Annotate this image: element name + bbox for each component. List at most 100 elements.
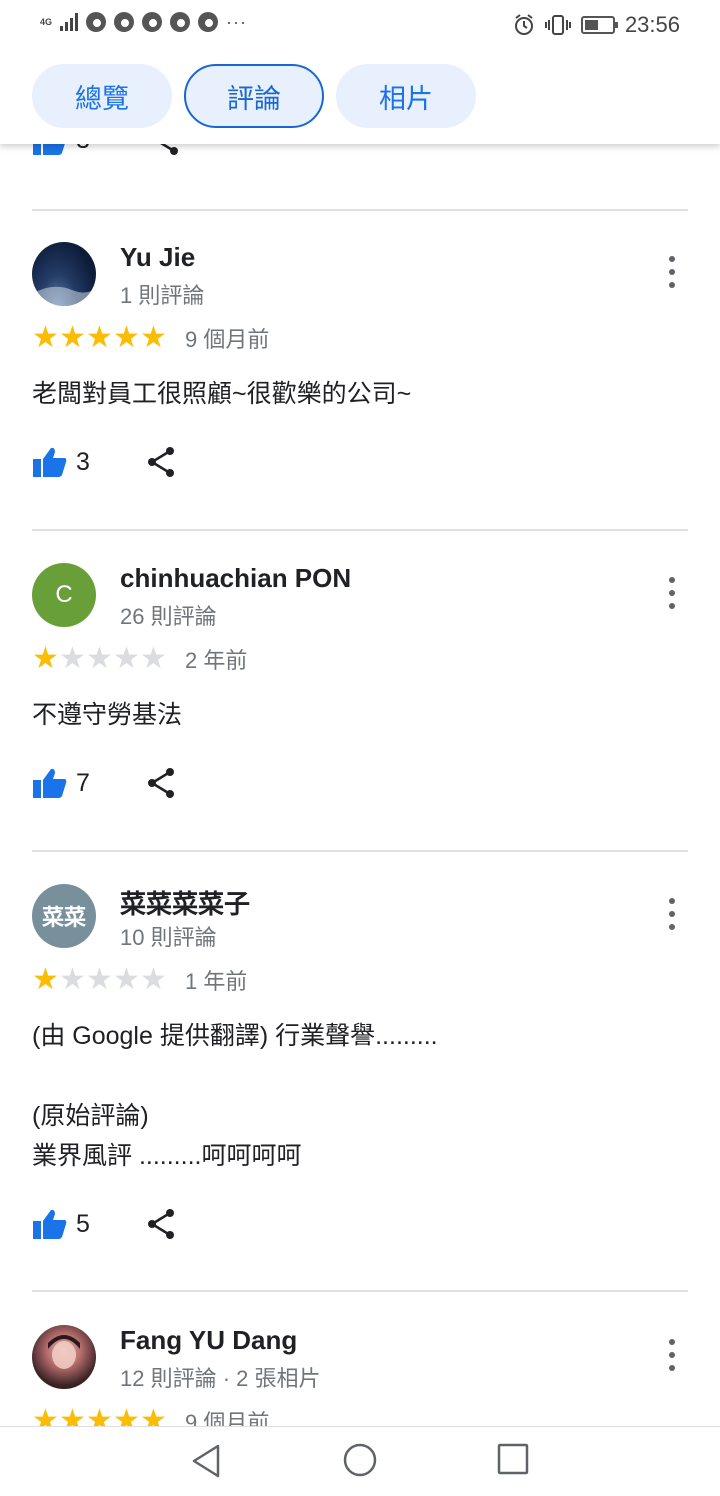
share-icon[interactable] <box>150 144 180 156</box>
avatar[interactable]: 菜菜 <box>32 884 96 948</box>
star-filled-icon: ★ <box>86 1404 113 1427</box>
review-text: 不遵守勞基法 <box>32 695 182 735</box>
review-text-line: 業界風評 .........呵呵呵呵 <box>32 1142 302 1170</box>
review-card: Yu Jie 1 則評論 ★★★★★ 9 個月前 老闆對員工很照顧~很歡樂的公司… <box>0 242 720 522</box>
star-filled-icon: ★ <box>59 1404 86 1427</box>
star-rating: ★★★★★ <box>32 1404 167 1427</box>
avatar[interactable] <box>32 242 96 306</box>
star-filled-icon: ★ <box>140 321 167 354</box>
review-time: 9 個月前 <box>185 327 270 352</box>
recents-icon[interactable] <box>497 1443 529 1475</box>
review-text-line: 老闆對員工很照顧~很歡樂的公司~ <box>32 380 412 408</box>
review-card: C chinhuachian PON 26 則評論 ★★★★★ 2 年前 不遵守… <box>0 563 720 843</box>
star-empty-icon: ★ <box>113 963 140 996</box>
star-empty-icon: ★ <box>59 642 86 675</box>
reviewer-review-count: 10 則評論 <box>120 925 217 950</box>
avatar-letter: C <box>55 581 73 608</box>
tab-overview[interactable]: 總覽 <box>32 64 172 128</box>
rating-row: ★★★★★ 9 個月前 <box>32 1404 270 1427</box>
rating-row: ★★★★★ 1 年前 <box>32 964 247 996</box>
star-filled-icon: ★ <box>32 963 59 996</box>
review-time: 9 個月前 <box>185 1410 270 1426</box>
battery-level-fill <box>584 20 598 30</box>
more-options-icon[interactable] <box>662 1339 682 1371</box>
thumbs-up-icon <box>33 768 67 798</box>
alarm-icon <box>514 14 533 35</box>
more-options-icon[interactable] <box>662 577 682 609</box>
review-actions: 3 <box>32 446 176 478</box>
rating-row: ★★★★★ 2 年前 <box>32 643 247 675</box>
review-text-line: 不遵守勞基法 <box>32 701 183 729</box>
star-filled-icon: ★ <box>113 1404 140 1427</box>
chrome-notification-icon <box>86 12 107 32</box>
review-time: 2 年前 <box>185 648 248 673</box>
thumbs-up-icon <box>33 1209 67 1239</box>
clock: 23:56 <box>624 12 680 37</box>
divider <box>32 529 688 531</box>
thumbs-up-icon <box>33 144 65 155</box>
share-icon[interactable] <box>146 767 176 799</box>
more-notifications-icon: ··· <box>226 12 247 32</box>
star-filled-icon: ★ <box>113 321 140 354</box>
avatar[interactable]: C <box>32 563 96 627</box>
profile-photo <box>48 1335 80 1369</box>
review-text: 老闆對員工很照顧~很歡樂的公司~ <box>32 374 411 414</box>
reviewer-name[interactable]: Fang YU Dang <box>120 1325 297 1356</box>
star-filled-icon: ★ <box>32 321 59 354</box>
star-filled-icon: ★ <box>32 642 59 675</box>
tab-reviews[interactable]: 評論 <box>184 64 324 128</box>
star-rating: ★★★★★ <box>32 323 167 353</box>
avatar[interactable] <box>32 1325 96 1389</box>
star-empty-icon: ★ <box>86 963 113 996</box>
star-filled-icon: ★ <box>32 1404 59 1427</box>
home-icon[interactable] <box>343 1443 377 1477</box>
divider <box>32 1290 688 1292</box>
network-type: 4G <box>40 16 53 27</box>
like-count: 3 <box>76 447 90 476</box>
reviewer-review-count: 26 則評論 <box>120 604 217 629</box>
back-icon[interactable] <box>190 1443 222 1479</box>
star-empty-icon: ★ <box>86 642 113 675</box>
reviewer-name[interactable]: Yu Jie <box>120 242 195 273</box>
like-button[interactable]: 5 <box>32 1208 90 1240</box>
star-rating: ★★★★★ <box>32 644 167 674</box>
reviewer-name[interactable]: chinhuachian PON <box>120 563 351 594</box>
status-left: 4G ··· <box>40 12 247 32</box>
avatar-text: 菜菜 <box>41 905 86 930</box>
reviewer-review-count: 12 則評論 · 2 張相片 <box>120 1366 321 1391</box>
review-text-line <box>32 1056 438 1096</box>
more-options-icon[interactable] <box>662 256 682 288</box>
share-icon[interactable] <box>146 446 176 478</box>
review-text-line: (由 Google 提供翻譯) 行業聲譽......... <box>32 1022 438 1050</box>
review-actions: 5 <box>32 1208 176 1240</box>
star-empty-icon: ★ <box>59 963 86 996</box>
review-text-line: (原始評論) <box>32 1102 149 1130</box>
battery-icon <box>580 16 618 34</box>
status-right: 23:56 <box>513 12 680 38</box>
review-card: 菜菜 菜菜菜菜子 10 則評論 ★★★★★ 1 年前 (由 Google 提供翻… <box>0 884 720 1284</box>
reviews-list[interactable]: 3 Yu Jie 1 則評論 ★★★★★ 9 個月前 老闆對員工很照顧~很歡樂的… <box>0 144 720 1426</box>
status-bar: 4G ··· 23:56 <box>0 0 720 48</box>
like-button[interactable]: 7 <box>32 767 90 799</box>
star-filled-icon: ★ <box>86 321 113 354</box>
night-sky-image <box>32 286 96 306</box>
like-count: 7 <box>76 768 90 797</box>
signal-icon <box>60 13 79 31</box>
chrome-notification-icon <box>114 12 135 32</box>
like-button[interactable]: 3 <box>32 446 90 478</box>
partial-review-actions: 3 <box>32 144 180 156</box>
tab-photos[interactable]: 相片 <box>336 64 476 128</box>
more-options-icon[interactable] <box>662 898 682 930</box>
star-filled-icon: ★ <box>59 321 86 354</box>
rating-row: ★★★★★ 9 個月前 <box>32 322 269 354</box>
like-button[interactable]: 3 <box>32 144 90 156</box>
chrome-notification-icon <box>170 12 191 32</box>
reviewer-review-count: 1 則評論 <box>120 283 205 308</box>
review-tabs-header: 總覽 評論 相片 <box>0 48 720 144</box>
star-empty-icon: ★ <box>140 642 167 675</box>
chrome-notification-icon <box>198 12 219 32</box>
star-rating: ★★★★★ <box>32 965 167 995</box>
like-count: 5 <box>76 1209 90 1238</box>
reviewer-name[interactable]: 菜菜菜菜子 <box>120 884 250 921</box>
share-icon[interactable] <box>146 1208 176 1240</box>
